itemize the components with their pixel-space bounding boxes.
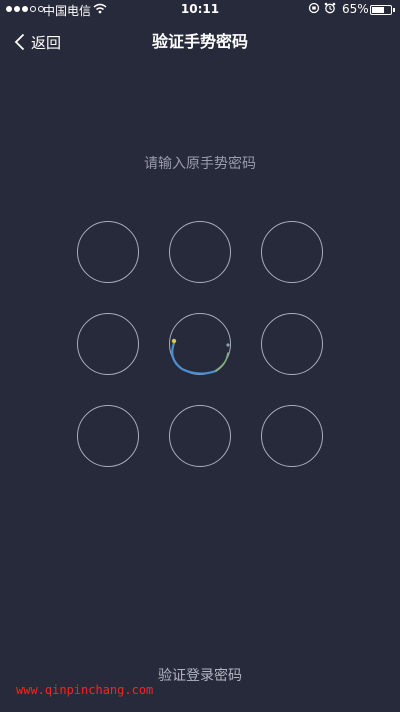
- gesture-node-3[interactable]: [261, 221, 323, 283]
- battery-fill: [372, 7, 384, 13]
- page-title: 验证手势密码: [151, 32, 248, 51]
- watermark: www.qinpinchang.com: [16, 683, 154, 697]
- gesture-node-4[interactable]: [77, 313, 139, 375]
- gesture-node-6[interactable]: [261, 313, 323, 375]
- rotation-lock-icon: [308, 2, 320, 14]
- gesture-prompt: 请输入原手势密码: [144, 156, 256, 172]
- gesture-node-2[interactable]: [169, 221, 231, 283]
- verify-login-password-link[interactable]: 验证登录密码: [0, 665, 400, 685]
- gesture-node-8[interactable]: [169, 405, 231, 467]
- battery-percentage: 65%: [342, 2, 369, 16]
- navigation-bar: 返回 验证手势密码: [0, 20, 400, 64]
- battery-icon: [370, 5, 392, 15]
- gesture-node-1[interactable]: [77, 221, 139, 283]
- screen: 中国电信 10:11 65% 返回 验证手势密码 请输入原手势密码 验证登录密码…: [0, 0, 400, 712]
- loading-spinner-icon: [171, 338, 230, 375]
- gesture-node-7[interactable]: [77, 405, 139, 467]
- status-bar: 中国电信 10:11 65%: [0, 0, 400, 20]
- alarm-icon: [324, 2, 336, 14]
- status-time: 10:11: [180, 2, 220, 16]
- gesture-node-9[interactable]: [261, 405, 323, 467]
